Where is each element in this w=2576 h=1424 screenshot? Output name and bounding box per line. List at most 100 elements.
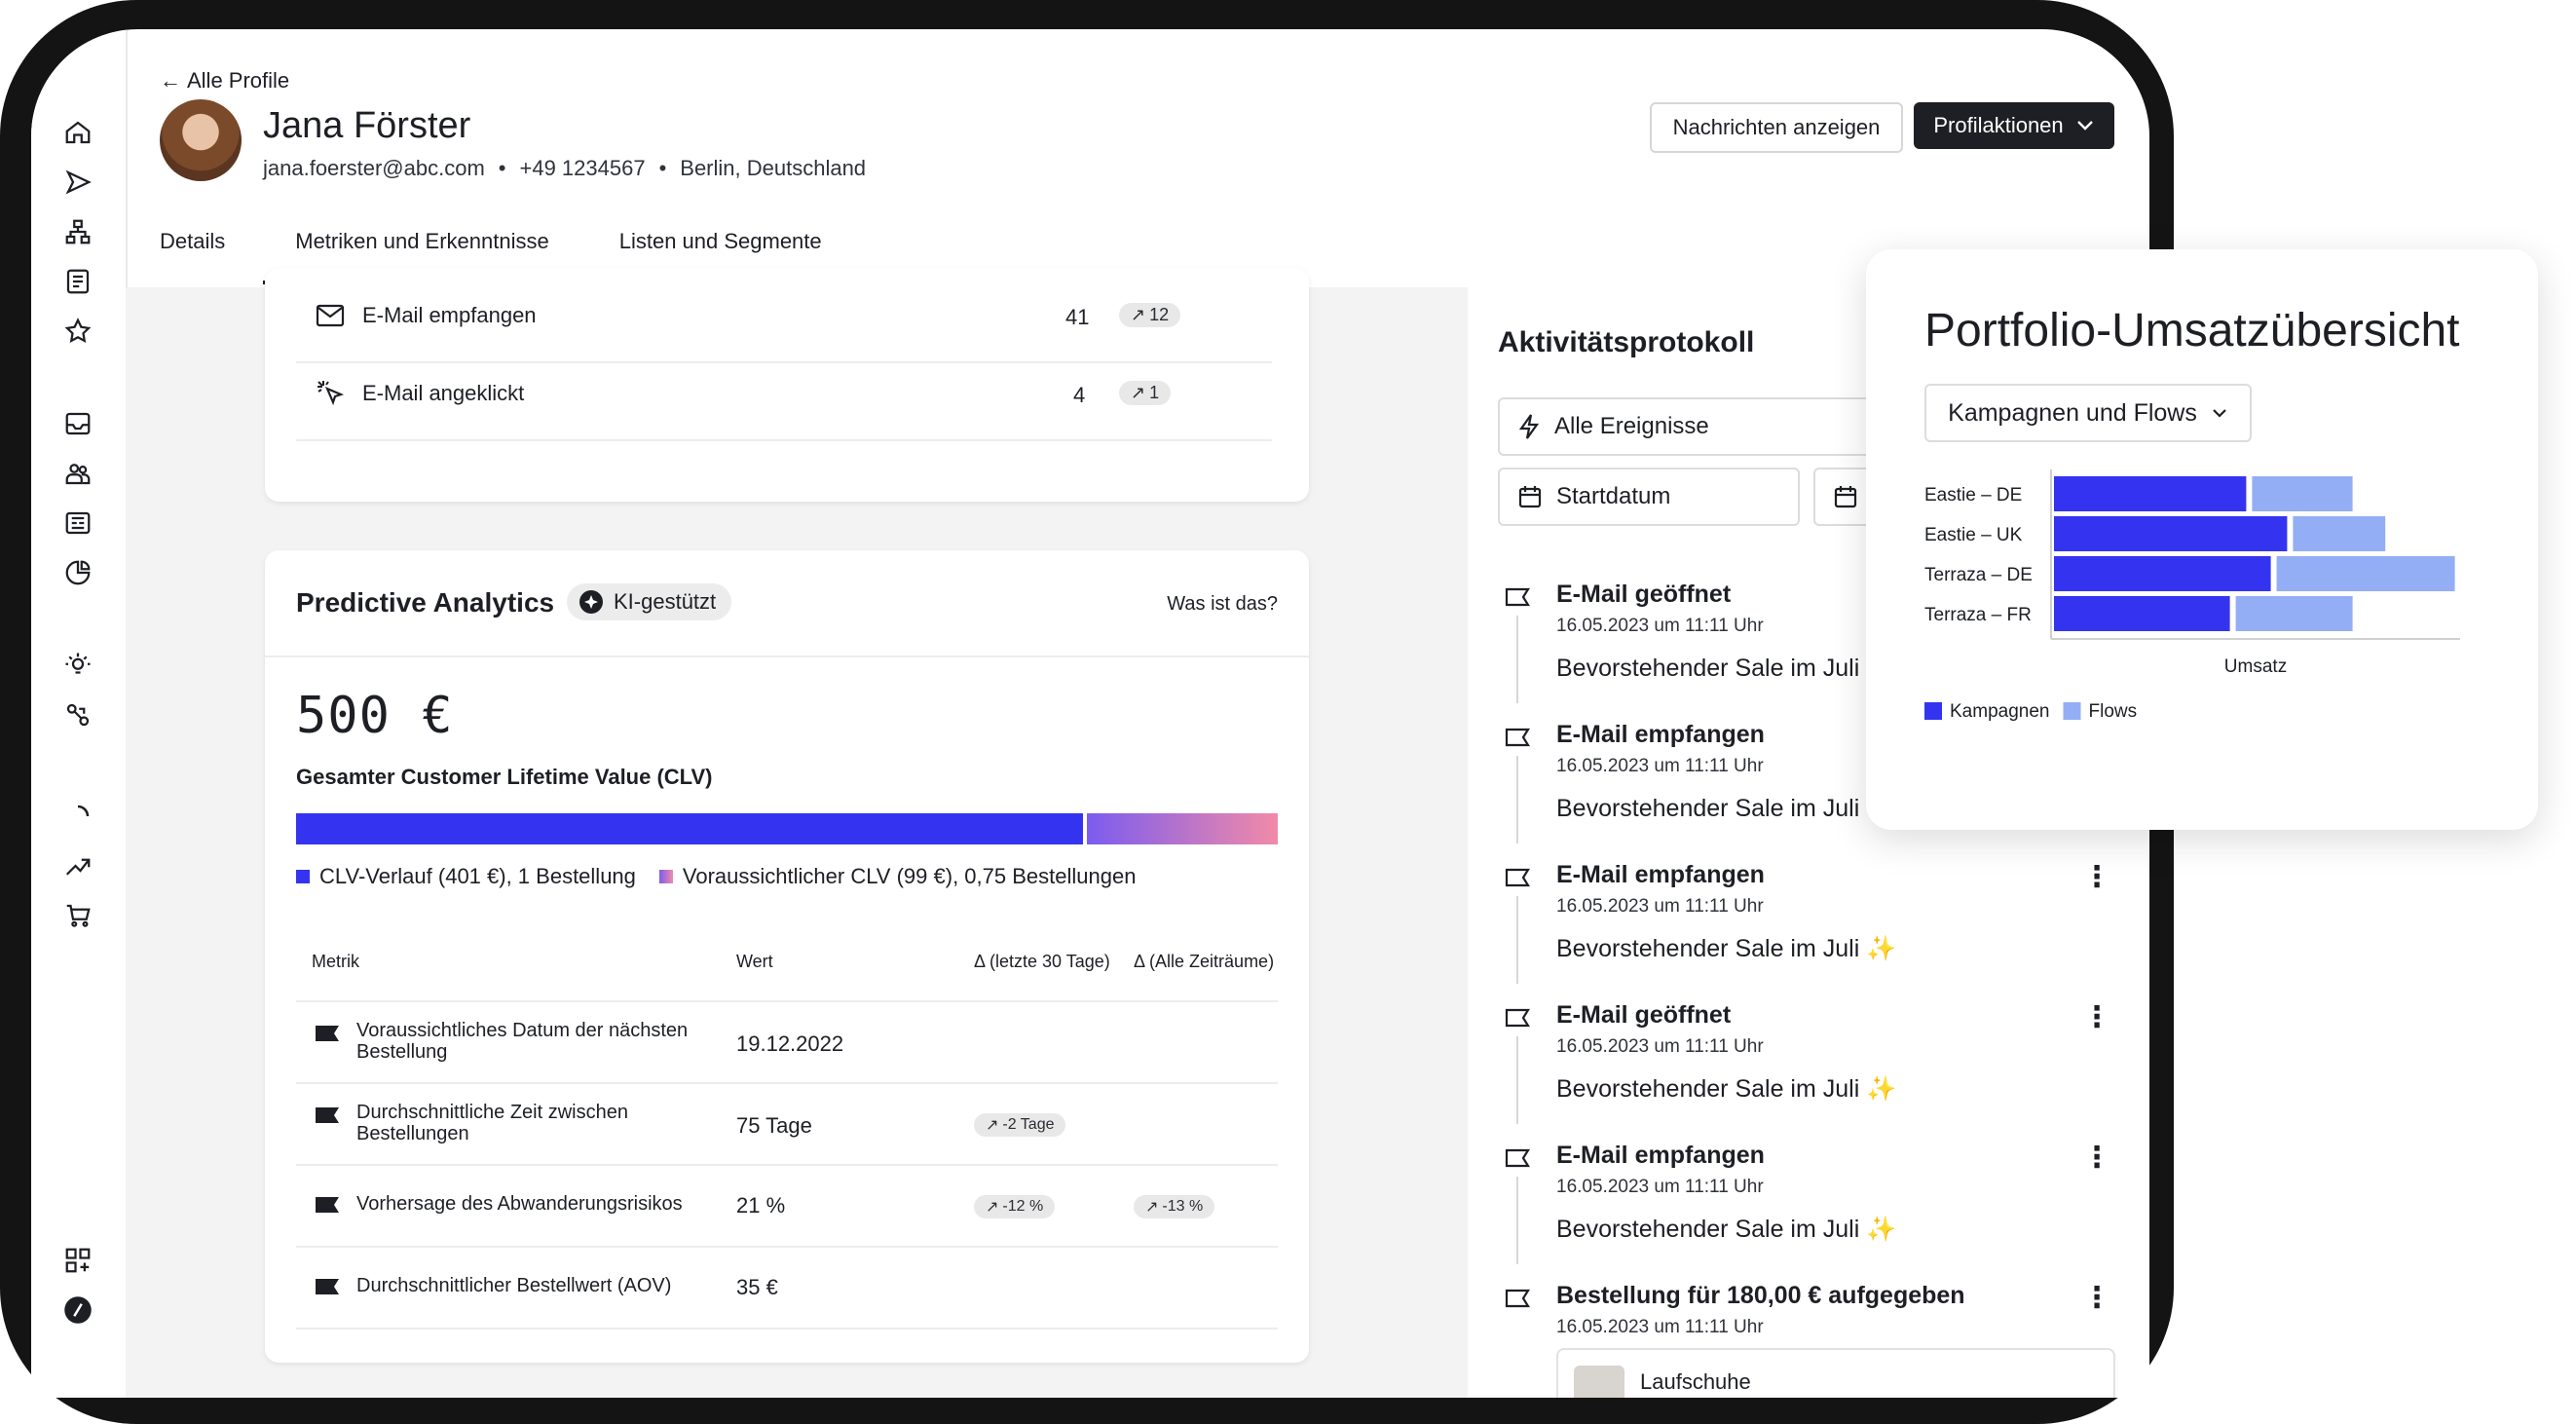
bar-flows	[2276, 556, 2455, 591]
cart-icon[interactable]	[60, 898, 95, 933]
send-icon[interactable]	[60, 165, 95, 200]
metric-value: 75 Tage	[736, 1113, 812, 1138]
star-icon[interactable]	[60, 314, 95, 349]
start-date-filter[interactable]: Startdatum	[1498, 468, 1800, 526]
timeline-line	[1516, 1036, 1518, 1124]
tab-details[interactable]: Details	[160, 229, 225, 254]
bar-flows	[2252, 476, 2353, 511]
bulb-icon[interactable]	[60, 648, 95, 683]
sparkle-icon	[579, 590, 603, 614]
event-title: Bestellung für 180,00 € aufgegeben	[1556, 1282, 1965, 1309]
category-label: Terraza – FR	[1924, 605, 2032, 625]
x-axis-label: Umsatz	[2224, 656, 2287, 677]
loader-icon	[60, 799, 95, 834]
chart-icon[interactable]	[60, 555, 95, 590]
delta-value: 12	[1149, 305, 1170, 324]
view-messages-button[interactable]: Nachrichten anzeigen	[1650, 102, 1903, 153]
legend-history-label: CLV-Verlauf (401 €), 1 Bestellung	[319, 864, 636, 888]
calendar-icon	[1834, 486, 1857, 508]
event-filter[interactable]: Alle Ereignisse	[1498, 397, 1907, 456]
delta-badge: ↗ 12	[1119, 303, 1181, 327]
click-icon	[317, 381, 345, 406]
event-subject: Bevorstehender Sale im Juli ✨	[1556, 1216, 1897, 1243]
event-title: E-Mail empfangen	[1556, 1142, 1765, 1169]
integration-icon[interactable]	[60, 697, 95, 732]
profile-actions-button[interactable]: Profilaktionen	[1914, 102, 2114, 149]
metric-row: E-Mail empfangen	[316, 303, 537, 328]
back-link[interactable]: ← Alle Profile	[160, 68, 289, 94]
revenue-bar-chart: Eastie – DE Eastie – UK Terraza – DE Terraz…	[1924, 469, 2460, 722]
bar-flows	[2293, 516, 2386, 551]
product-name: Laufschuhe	[1640, 1369, 1751, 1394]
clv-bar	[296, 813, 1278, 844]
event-time: 16.05.2023 um 11:11 Uhr	[1556, 616, 1764, 636]
revenue-type-select[interactable]: Kampagnen und Flows	[1924, 384, 2252, 442]
metric-row: E-Mail angeklickt	[316, 379, 524, 408]
event-subject: Bevorstehender Sale im Juli ✨	[1556, 655, 1897, 682]
divider	[296, 1164, 1278, 1166]
arrow-left-icon: ←	[160, 68, 181, 93]
product-thumbnail	[1574, 1366, 1624, 1398]
more-options-icon[interactable]: ⋮	[2082, 1284, 2111, 1313]
bar-kampagnen	[2054, 476, 2247, 511]
flow-icon[interactable]	[60, 214, 95, 249]
timeline-line	[1516, 756, 1518, 843]
more-options-icon[interactable]: ⋮	[2082, 1143, 2111, 1173]
bar-kampagnen	[2054, 556, 2271, 591]
clv-history-segment	[296, 813, 1084, 844]
separator: •	[498, 156, 506, 180]
list-icon[interactable]	[60, 264, 95, 299]
home-icon[interactable]	[60, 115, 95, 150]
trend-icon[interactable]	[60, 848, 95, 883]
event-subject: Bevorstehender Sale im Juli ✨	[1556, 1075, 1897, 1103]
clv-predicted-segment	[1087, 813, 1278, 844]
divider	[296, 361, 1272, 363]
delta-badge: ↗ -2 Tage	[974, 1113, 1066, 1137]
device-frame: ← Alle Profile Jana Förster jana.foerste…	[0, 0, 2174, 1424]
lightning-icon	[1518, 414, 1540, 439]
trend-arrow-icon: ↗	[1145, 1199, 1159, 1216]
trend-arrow-icon: ↗	[986, 1199, 999, 1216]
metric-value: 19.12.2022	[736, 1031, 844, 1056]
legend-swatch-history	[296, 870, 310, 883]
delta-value: 1	[1149, 383, 1160, 402]
trend-arrow-icon: ↗	[986, 1117, 999, 1134]
legend-swatch-predicted	[658, 870, 673, 883]
clv-value: 500 €	[296, 687, 454, 745]
delta-badge: ↗ 1	[1119, 381, 1172, 405]
divider	[265, 656, 1309, 657]
tab-lists[interactable]: Listen und Segmente	[619, 229, 822, 254]
brand-icon[interactable]	[60, 1293, 95, 1328]
content-icon[interactable]	[60, 506, 95, 541]
flag-outline-icon	[1505, 1289, 1530, 1308]
flag-outline-icon	[1505, 1148, 1530, 1168]
category-label: Eastie – DE	[1924, 485, 2022, 506]
trend-arrow-icon: ↗	[1131, 305, 1146, 324]
flag-outline-icon	[1505, 868, 1530, 887]
bar-kampagnen	[2054, 596, 2230, 631]
event-time: 16.05.2023 um 11:11 Uhr	[1556, 1036, 1764, 1057]
profile-actions-label: Profilaktionen	[1933, 113, 2064, 137]
revenue-select-label: Kampagnen und Flows	[1948, 398, 2197, 427]
grid-icon[interactable]	[60, 1243, 95, 1278]
event-time: 16.05.2023 um 11:11 Uhr	[1556, 1317, 1764, 1337]
timeline-line	[1516, 896, 1518, 984]
divider	[296, 439, 1272, 441]
profile-location: Berlin, Deutschland	[680, 156, 867, 180]
profile-email: jana.foerster@abc.com	[263, 156, 485, 180]
more-options-icon[interactable]: ⋮	[2082, 1003, 2111, 1032]
tab-metrics[interactable]: Metriken und Erkenntnisse	[295, 229, 548, 254]
order-item[interactable]: Laufschuhe	[1556, 1348, 2115, 1398]
profile-name: Jana Förster	[263, 105, 471, 146]
col-header-metric: Metrik	[312, 952, 359, 971]
event-title: E-Mail geöffnet	[1556, 581, 1732, 608]
people-icon[interactable]	[60, 456, 95, 491]
flag-outline-icon	[1505, 1008, 1530, 1028]
inbox-icon[interactable]	[60, 406, 95, 441]
trend-arrow-icon: ↗	[1131, 383, 1146, 402]
delta-value: -2 Tage	[1002, 1116, 1055, 1133]
metric-value: 35 €	[736, 1275, 778, 1299]
help-link[interactable]: Was ist das?	[1167, 593, 1278, 616]
event-title: E-Mail empfangen	[1556, 861, 1765, 888]
more-options-icon[interactable]: ⋮	[2082, 863, 2111, 892]
